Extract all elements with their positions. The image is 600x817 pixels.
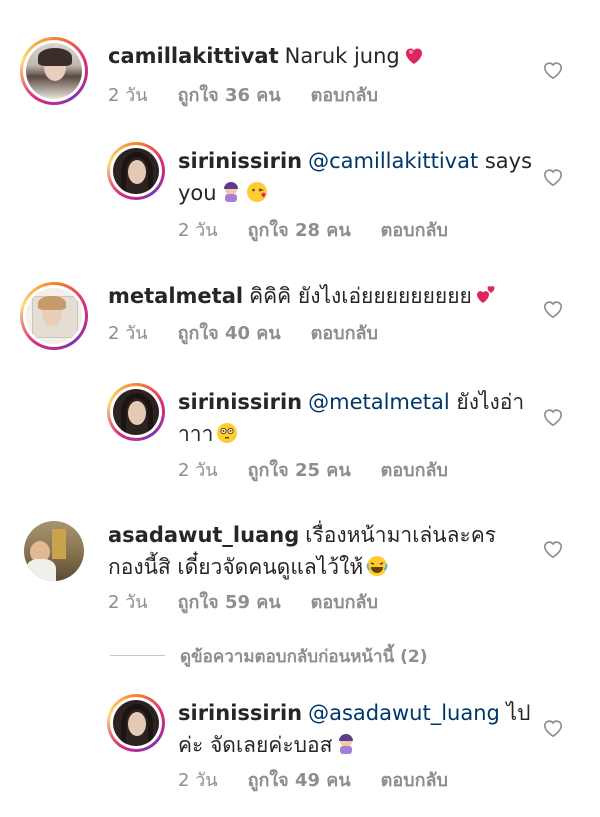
- avatar[interactable]: [20, 282, 88, 350]
- facepalm-emoji: [339, 734, 354, 754]
- avatar[interactable]: [107, 383, 165, 441]
- comment-text: คิคิคิ ยังไงเอ่ยยยยยยยยย: [249, 284, 472, 308]
- comment-body: metalmetal คิคิคิ ยังไงเอ่ยยยยยยยยย: [108, 280, 498, 312]
- timestamp: 2 วัน: [108, 323, 148, 344]
- reply-button[interactable]: ตอบกลับ: [311, 85, 378, 106]
- comment-text-line2: ค่ะ จัดเลยค่ะบอส: [178, 733, 333, 757]
- reply-button[interactable]: ตอบกลับ: [381, 770, 448, 791]
- timestamp: 2 วัน: [108, 85, 148, 106]
- facepalm-emoji: [223, 182, 238, 202]
- comment-body: sirinissirin @metalmetal ยังไงอ่าาาา: [178, 386, 538, 450]
- comment-text: says: [478, 149, 533, 173]
- comment-body: camillakittivat Naruk jung: [108, 40, 426, 72]
- two-hearts-emoji: [476, 286, 495, 303]
- comment-meta: 2 วัน ถูกใจ 49 คน ตอบกลับ: [178, 765, 478, 794]
- likes-count[interactable]: ถูกใจ 25 คน: [248, 460, 351, 481]
- comment-meta: 2 วัน ถูกใจ 40 คน ตอบกลับ: [108, 318, 408, 347]
- comment-meta: 2 วัน ถูกใจ 25 คน ตอบกลับ: [178, 455, 478, 484]
- username[interactable]: camillakittivat: [108, 44, 279, 68]
- mention-link[interactable]: @asadawut_luang: [308, 701, 500, 725]
- timestamp: 2 วัน: [178, 220, 218, 241]
- like-heart-icon[interactable]: [542, 60, 564, 80]
- like-heart-icon[interactable]: [542, 718, 564, 738]
- comment-meta: 2 วัน ถูกใจ 36 คน ตอบกลับ: [108, 80, 408, 109]
- avatar[interactable]: [24, 521, 84, 581]
- like-heart-icon[interactable]: [542, 407, 564, 427]
- likes-count[interactable]: ถูกใจ 36 คน: [178, 85, 281, 106]
- likes-count[interactable]: ถูกใจ 40 คน: [178, 323, 281, 344]
- mention-link[interactable]: @metalmetal: [308, 390, 450, 414]
- comment-text: เรื่องหน้ามาเล่นละคร: [305, 523, 497, 547]
- username[interactable]: sirinissirin: [178, 149, 302, 173]
- like-heart-icon[interactable]: [542, 299, 564, 319]
- flushed-emoji: [217, 423, 238, 443]
- likes-count[interactable]: ถูกใจ 49 คน: [248, 770, 351, 791]
- timestamp: 2 วัน: [178, 770, 218, 791]
- reply-button[interactable]: ตอบกลับ: [381, 460, 448, 481]
- kiss-emoji: [246, 182, 267, 202]
- username[interactable]: metalmetal: [108, 284, 243, 308]
- likes-count[interactable]: ถูกใจ 59 คน: [178, 592, 281, 613]
- likes-count[interactable]: ถูกใจ 28 คน: [248, 220, 351, 241]
- username[interactable]: sirinissirin: [178, 701, 302, 725]
- comment-body: sirinissirin @camillakittivat says you: [178, 145, 538, 209]
- timestamp: 2 วัน: [108, 592, 148, 613]
- username[interactable]: sirinissirin: [178, 390, 302, 414]
- comment-text-line2: you: [178, 181, 217, 205]
- avatar[interactable]: [107, 142, 165, 200]
- comment-body: asadawut_luang เรื่องหน้ามาเล่นละครกองนี้…: [108, 519, 508, 583]
- laughing-emoji: [366, 556, 388, 576]
- comment-body: sirinissirin @asadawut_luang ไปค่ะ จัดเลย…: [178, 697, 538, 761]
- avatar[interactable]: [107, 694, 165, 752]
- reply-button[interactable]: ตอบกลับ: [381, 220, 448, 241]
- comment-meta: 2 วัน ถูกใจ 28 คน ตอบกลับ: [178, 215, 478, 244]
- comment-text: ไป: [499, 701, 531, 725]
- reply-button[interactable]: ตอบกลับ: [311, 323, 378, 344]
- comment-text: Naruk jung: [284, 44, 400, 68]
- comment-meta: 2 วัน ถูกใจ 59 คน ตอบกลับ: [108, 587, 408, 616]
- timestamp: 2 วัน: [178, 460, 218, 481]
- username[interactable]: asadawut_luang: [108, 523, 299, 547]
- comment-text-line2: กองนี้สิ เดี๋ยวจัดคนดูแลไว้ให้: [108, 555, 364, 579]
- like-heart-icon[interactable]: [542, 539, 564, 559]
- comment-text: ยังไงอ่า: [449, 390, 525, 414]
- divider: [110, 655, 165, 656]
- comment-text-line2: าาา: [178, 422, 214, 446]
- reply-button[interactable]: ตอบกลับ: [311, 592, 378, 613]
- mention-link[interactable]: @camillakittivat: [308, 149, 478, 173]
- avatar[interactable]: [20, 37, 88, 105]
- heart-emoji: [405, 48, 422, 64]
- like-heart-icon[interactable]: [542, 167, 564, 187]
- view-previous-replies-button[interactable]: ดูข้อความตอบกลับก่อนหน้านี้ (2): [180, 643, 428, 670]
